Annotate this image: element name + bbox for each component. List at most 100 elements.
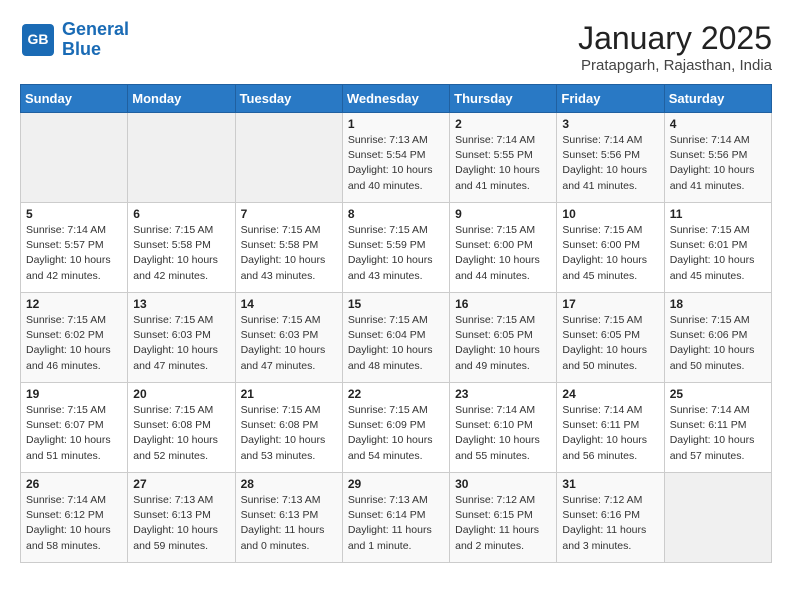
calendar-cell: 26Sunrise: 7:14 AM Sunset: 6:12 PM Dayli… [21, 473, 128, 563]
day-number: 14 [241, 297, 337, 311]
day-info: Sunrise: 7:15 AM Sunset: 6:07 PM Dayligh… [26, 403, 122, 464]
calendar-cell: 19 Sunrise: 7:15 AM Sunset: 6:07 PM Dayli… [21, 383, 128, 473]
day-info: Sunrise: 7:15 AM Sunset: 6:09 PM Dayligh… [348, 403, 444, 464]
calendar-cell: 4 Sunrise: 7:14 AM Sunset: 5:56 PM Daylig… [664, 113, 771, 203]
week-row-1: 1 Sunrise: 7:13 AM Sunset: 5:54 PM Daylig… [21, 113, 772, 203]
day-info: Sunrise: 7:15 AM Sunset: 6:08 PM Dayligh… [133, 403, 229, 464]
day-info: Sunrise: 7:14 AM Sunset: 5:57 PM Dayligh… [26, 223, 122, 284]
page-header: GB General Blue January 2025 Pratapgarh,… [20, 20, 772, 74]
calendar-cell: 13Sunrise: 7:15 AM Sunset: 6:03 PM Dayli… [128, 293, 235, 383]
day-info: Sunrise: 7:15 AM Sunset: 6:06 PM Dayligh… [670, 313, 766, 374]
logo: GB General Blue [20, 20, 129, 60]
day-number: 4 [670, 117, 766, 131]
day-info: Sunrise: 7:15 AM Sunset: 5:59 PM Dayligh… [348, 223, 444, 284]
day-info: Sunrise: 7:15 AM Sunset: 6:08 PM Dayligh… [241, 403, 337, 464]
day-number: 30 [455, 477, 551, 491]
day-number: 3 [562, 117, 658, 131]
calendar-cell: 16 Sunrise: 7:15 AM Sunset: 6:05 PM Dayli… [450, 293, 557, 383]
day-info: Sunrise: 7:13 AM Sunset: 6:13 PM Dayligh… [241, 493, 337, 554]
weekday-header-sunday: Sunday [21, 85, 128, 113]
title-block: January 2025 Pratapgarh, Rajasthan, Indi… [578, 20, 772, 74]
week-row-3: 12 Sunrise: 7:15 AM Sunset: 6:02 PM Dayli… [21, 293, 772, 383]
calendar-cell: 29 Sunrise: 7:13 AM Sunset: 6:14 PM Dayli… [342, 473, 449, 563]
day-number: 18 [670, 297, 766, 311]
calendar-table: SundayMondayTuesdayWednesdayThursdayFrid… [20, 84, 772, 563]
calendar-cell: 28 Sunrise: 7:13 AM Sunset: 6:13 PM Dayli… [235, 473, 342, 563]
day-number: 8 [348, 207, 444, 221]
day-info: Sunrise: 7:13 AM Sunset: 6:14 PM Dayligh… [348, 493, 444, 554]
day-info: Sunrise: 7:15 AM Sunset: 6:05 PM Dayligh… [562, 313, 658, 374]
calendar-cell: 25Sunrise: 7:14 AM Sunset: 6:11 PM Dayli… [664, 383, 771, 473]
calendar-cell: 30 Sunrise: 7:12 AM Sunset: 6:15 PM Dayli… [450, 473, 557, 563]
day-number: 20 [133, 387, 229, 401]
calendar-cell: 5 Sunrise: 7:14 AM Sunset: 5:57 PM Daylig… [21, 203, 128, 293]
week-row-4: 19 Sunrise: 7:15 AM Sunset: 6:07 PM Dayli… [21, 383, 772, 473]
day-number: 28 [241, 477, 337, 491]
day-number: 21 [241, 387, 337, 401]
day-info: Sunrise: 7:14 AM Sunset: 6:10 PM Dayligh… [455, 403, 551, 464]
day-info: Sunrise: 7:12 AM Sunset: 6:16 PM Dayligh… [562, 493, 658, 554]
day-info: Sunrise: 7:15 AM Sunset: 6:03 PM Dayligh… [241, 313, 337, 374]
day-info: Sunrise: 7:15 AM Sunset: 6:00 PM Dayligh… [562, 223, 658, 284]
day-number: 23 [455, 387, 551, 401]
day-info: Sunrise: 7:15 AM Sunset: 6:05 PM Dayligh… [455, 313, 551, 374]
calendar-cell [21, 113, 128, 203]
day-info: Sunrise: 7:12 AM Sunset: 6:15 PM Dayligh… [455, 493, 551, 554]
day-info: Sunrise: 7:14 AM Sunset: 6:12 PM Dayligh… [26, 493, 122, 554]
day-number: 5 [26, 207, 122, 221]
calendar-cell: 7Sunrise: 7:15 AM Sunset: 5:58 PM Daylig… [235, 203, 342, 293]
calendar-cell: 27Sunrise: 7:13 AM Sunset: 6:13 PM Dayli… [128, 473, 235, 563]
calendar-cell: 10Sunrise: 7:15 AM Sunset: 6:00 PM Dayli… [557, 203, 664, 293]
weekday-header-tuesday: Tuesday [235, 85, 342, 113]
logo-text: General Blue [62, 20, 129, 60]
day-info: Sunrise: 7:13 AM Sunset: 5:54 PM Dayligh… [348, 133, 444, 194]
day-info: Sunrise: 7:14 AM Sunset: 5:56 PM Dayligh… [670, 133, 766, 194]
day-info: Sunrise: 7:14 AM Sunset: 5:55 PM Dayligh… [455, 133, 551, 194]
day-info: Sunrise: 7:15 AM Sunset: 6:04 PM Dayligh… [348, 313, 444, 374]
calendar-cell: 18 Sunrise: 7:15 AM Sunset: 6:06 PM Dayli… [664, 293, 771, 383]
day-info: Sunrise: 7:15 AM Sunset: 6:03 PM Dayligh… [133, 313, 229, 374]
day-number: 16 [455, 297, 551, 311]
logo-line1: General [62, 19, 129, 39]
svg-text:GB: GB [28, 31, 49, 47]
weekday-header-saturday: Saturday [664, 85, 771, 113]
calendar-cell: 20 Sunrise: 7:15 AM Sunset: 6:08 PM Dayli… [128, 383, 235, 473]
day-number: 22 [348, 387, 444, 401]
day-number: 31 [562, 477, 658, 491]
day-info: Sunrise: 7:15 AM Sunset: 5:58 PM Dayligh… [241, 223, 337, 284]
calendar-cell: 9Sunrise: 7:15 AM Sunset: 6:00 PM Daylig… [450, 203, 557, 293]
calendar-title: January 2025 [578, 20, 772, 57]
day-number: 9 [455, 207, 551, 221]
calendar-cell: 1 Sunrise: 7:13 AM Sunset: 5:54 PM Daylig… [342, 113, 449, 203]
day-number: 6 [133, 207, 229, 221]
weekday-header-monday: Monday [128, 85, 235, 113]
calendar-cell: 3Sunrise: 7:14 AM Sunset: 5:56 PM Daylig… [557, 113, 664, 203]
day-info: Sunrise: 7:15 AM Sunset: 5:58 PM Dayligh… [133, 223, 229, 284]
weekday-header-friday: Friday [557, 85, 664, 113]
calendar-cell: 2Sunrise: 7:14 AM Sunset: 5:55 PM Daylig… [450, 113, 557, 203]
day-info: Sunrise: 7:14 AM Sunset: 6:11 PM Dayligh… [562, 403, 658, 464]
week-row-2: 5 Sunrise: 7:14 AM Sunset: 5:57 PM Daylig… [21, 203, 772, 293]
day-info: Sunrise: 7:13 AM Sunset: 6:13 PM Dayligh… [133, 493, 229, 554]
weekday-header-thursday: Thursday [450, 85, 557, 113]
day-number: 12 [26, 297, 122, 311]
day-number: 24 [562, 387, 658, 401]
day-number: 19 [26, 387, 122, 401]
calendar-cell: 8 Sunrise: 7:15 AM Sunset: 5:59 PM Daylig… [342, 203, 449, 293]
weekday-header-wednesday: Wednesday [342, 85, 449, 113]
calendar-subtitle: Pratapgarh, Rajasthan, India [578, 57, 772, 74]
day-number: 29 [348, 477, 444, 491]
day-number: 11 [670, 207, 766, 221]
day-number: 1 [348, 117, 444, 131]
calendar-cell: 6 Sunrise: 7:15 AM Sunset: 5:58 PM Daylig… [128, 203, 235, 293]
logo-line2: Blue [62, 39, 101, 59]
logo-icon: GB [20, 22, 56, 58]
day-info: Sunrise: 7:15 AM Sunset: 6:01 PM Dayligh… [670, 223, 766, 284]
day-info: Sunrise: 7:15 AM Sunset: 6:02 PM Dayligh… [26, 313, 122, 374]
calendar-cell: 14 Sunrise: 7:15 AM Sunset: 6:03 PM Dayli… [235, 293, 342, 383]
calendar-cell: 31 Sunrise: 7:12 AM Sunset: 6:16 PM Dayli… [557, 473, 664, 563]
day-info: Sunrise: 7:14 AM Sunset: 6:11 PM Dayligh… [670, 403, 766, 464]
calendar-cell: 23 Sunrise: 7:14 AM Sunset: 6:10 PM Dayli… [450, 383, 557, 473]
day-number: 15 [348, 297, 444, 311]
calendar-cell [664, 473, 771, 563]
